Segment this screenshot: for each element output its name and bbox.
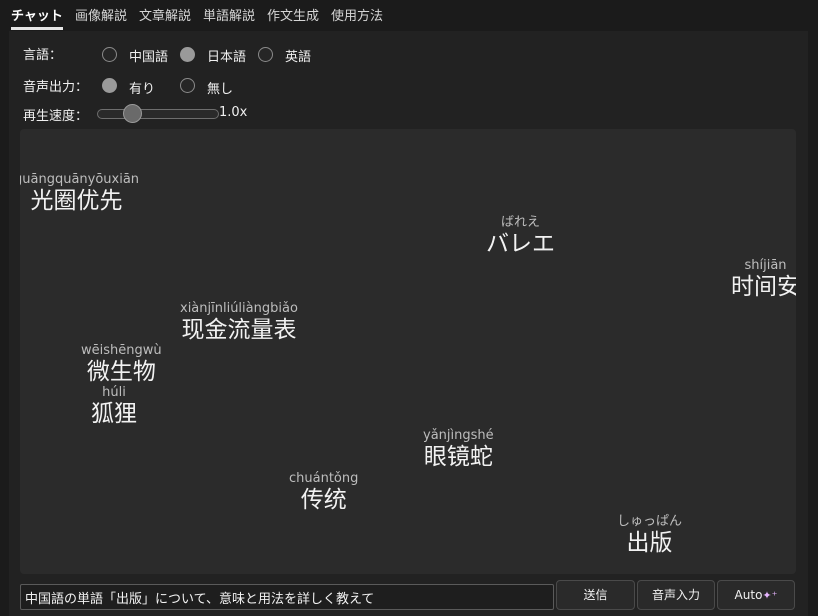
word-cloud-canvas: guāngquānyōuxiān 光圈优先 ばれえ バレエ shíjiān 时间… xyxy=(20,129,796,574)
word-reading: húli xyxy=(102,385,126,400)
auto-label: Auto xyxy=(734,588,763,602)
word-surface: 狐狸 xyxy=(91,401,137,427)
word-reading: guāngquānyōuxiān xyxy=(20,172,140,187)
voice-input-button[interactable]: 音声入力 xyxy=(637,580,715,610)
language-radio-japanese[interactable] xyxy=(180,47,195,62)
voice-radio-off[interactable] xyxy=(180,78,195,93)
word-item[interactable]: yǎnjìngshé 眼镜蛇 xyxy=(423,428,494,471)
word-reading: yǎnjìngshé xyxy=(423,428,494,443)
language-option-chinese[interactable]: 中国語 xyxy=(129,46,168,65)
word-item[interactable]: chuántǒng 传统 xyxy=(289,471,358,514)
language-option-english[interactable]: 英語 xyxy=(285,46,311,65)
word-item[interactable]: しゅっぱん 出版 xyxy=(617,514,682,557)
tab-bar: チャット 画像解説 文章解説 単語解説 作文生成 使用方法 xyxy=(0,0,818,31)
word-surface: 光圈优先 xyxy=(30,188,123,214)
word-surface: 传统 xyxy=(300,487,347,513)
tab-image-explain[interactable]: 画像解説 xyxy=(75,6,127,30)
voice-radio-on[interactable] xyxy=(102,78,117,93)
word-surface: 时间安 xyxy=(731,274,796,300)
word-surface: 眼镜蛇 xyxy=(423,444,493,470)
send-button[interactable]: 送信 xyxy=(556,580,635,610)
voice-output-label: 音声出力： xyxy=(23,80,89,95)
word-reading: shíjiān xyxy=(744,258,787,273)
voice-option-on[interactable]: 有り xyxy=(129,78,155,97)
word-item[interactable]: ばれえ バレエ xyxy=(486,215,555,258)
word-reading: ばれえ xyxy=(500,215,540,230)
auto-button[interactable]: Auto✦⁺ xyxy=(717,580,795,610)
speed-value: 1.0x xyxy=(219,105,248,120)
word-surface: 现金流量表 xyxy=(181,317,297,343)
word-reading: しゅっぱん xyxy=(617,514,683,529)
sparkles-icon: ✦⁺ xyxy=(762,589,778,602)
voice-option-off[interactable]: 無し xyxy=(207,78,233,97)
word-item[interactable]: xiànjīnliúliàngbiǎo 现金流量表 xyxy=(180,301,298,344)
speed-slider-thumb[interactable] xyxy=(122,104,142,123)
tab-usage[interactable]: 使用方法 xyxy=(331,6,383,30)
speed-label: 再生速度： xyxy=(23,109,89,124)
word-item[interactable]: shíjiān 时间安 xyxy=(731,258,796,301)
tab-word-explain[interactable]: 単語解説 xyxy=(203,6,255,30)
word-item[interactable]: wēishēngwù 微生物 xyxy=(81,343,162,386)
language-option-japanese[interactable]: 日本語 xyxy=(207,46,246,65)
word-surface: 微生物 xyxy=(86,359,156,385)
word-item[interactable]: húli 狐狸 xyxy=(91,385,137,428)
tab-composition[interactable]: 作文生成 xyxy=(267,6,319,30)
message-input[interactable] xyxy=(20,584,554,610)
language-label: 言語： xyxy=(23,48,63,63)
tab-chat[interactable]: チャット xyxy=(11,6,63,30)
speed-slider-track[interactable] xyxy=(97,109,219,119)
word-item[interactable]: guāngquānyōuxiān 光圈优先 xyxy=(20,172,139,215)
word-reading: wēishēngwù xyxy=(81,343,162,358)
word-reading: chuántǒng xyxy=(289,471,359,486)
word-surface: 出版 xyxy=(626,530,673,556)
tab-text-explain[interactable]: 文章解説 xyxy=(139,6,191,30)
language-radio-english[interactable] xyxy=(258,47,273,62)
word-surface: バレエ xyxy=(486,231,555,257)
word-reading: xiànjīnliúliàngbiǎo xyxy=(180,301,298,316)
language-radio-chinese[interactable] xyxy=(102,47,117,62)
